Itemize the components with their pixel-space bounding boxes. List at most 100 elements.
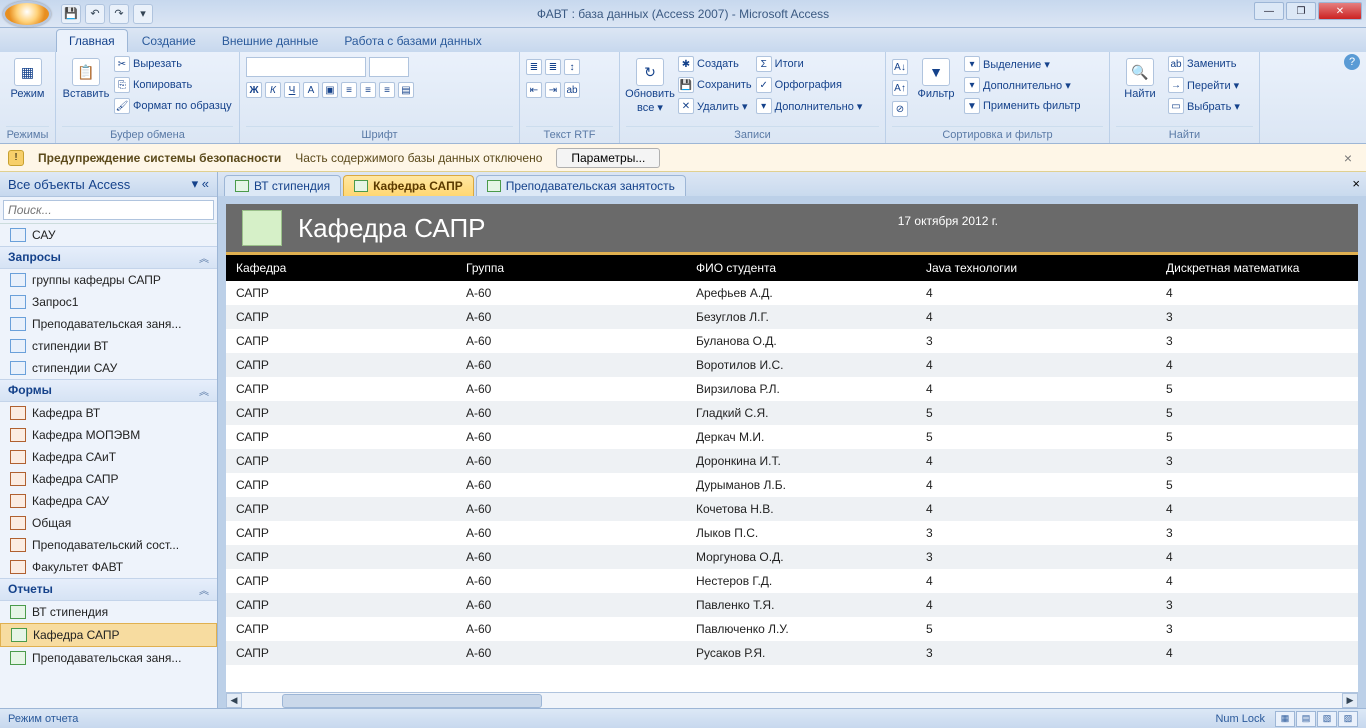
nav-item[interactable]: Кафедра САиТ <box>0 446 217 468</box>
highlight-icon[interactable]: ab <box>564 82 580 98</box>
nav-item[interactable]: Кафедра САПР <box>0 623 217 647</box>
nav-item[interactable]: Общая <box>0 512 217 534</box>
tab-external-data[interactable]: Внешние данные <box>210 30 331 52</box>
table-row[interactable]: САПРА-60Деркач М.И.55 <box>226 425 1358 449</box>
table-row[interactable]: САПРА-60Нестеров Г.Д.44 <box>226 569 1358 593</box>
office-button[interactable] <box>3 1 51 27</box>
table-row[interactable]: САПРА-60Буланова О.Д.33 <box>226 329 1358 353</box>
replace-button[interactable]: abЗаменить <box>1168 54 1240 74</box>
nav-group-reports[interactable]: Отчеты︽ <box>0 578 217 601</box>
align-center-icon[interactable]: ≡ <box>360 82 376 98</box>
nav-item[interactable]: Преподавательский сост... <box>0 534 217 556</box>
italic-icon[interactable]: К <box>265 82 281 98</box>
nav-item[interactable]: Преподавательская заня... <box>0 313 217 335</box>
table-row[interactable]: САПРА-60Гладкий С.Я.55 <box>226 401 1358 425</box>
table-row[interactable]: САПРА-60Арефьев А.Д.44 <box>226 281 1358 305</box>
select-button[interactable]: ▭Выбрать ▾ <box>1168 96 1240 116</box>
new-record-button[interactable]: ✱Создать <box>678 54 752 74</box>
toggle-filter-button[interactable]: ▼Применить фильтр <box>964 96 1081 116</box>
table-row[interactable]: САПРА-60Доронкина И.Т.43 <box>226 449 1358 473</box>
nav-item[interactable]: стипендии ВТ <box>0 335 217 357</box>
list-number-icon[interactable]: ≣ <box>545 59 561 75</box>
horizontal-scrollbar[interactable]: ◀ ▶ <box>226 692 1358 708</box>
font-color-icon[interactable]: A <box>303 82 319 98</box>
table-row[interactable]: САПРА-60Кочетова Н.В.44 <box>226 497 1358 521</box>
nav-search-input[interactable] <box>3 200 214 220</box>
delete-record-button[interactable]: ✕Удалить ▾ <box>678 96 752 116</box>
table-row[interactable]: САПРА-60Павлюченко Л.У.53 <box>226 617 1358 641</box>
advanced-filter-button[interactable]: ▾Дополнительно ▾ <box>964 75 1081 95</box>
refresh-all-button[interactable]: ↻Обновитьвсе ▾ <box>626 54 674 114</box>
document-tab[interactable]: Преподавательская занятость <box>476 175 686 196</box>
view-print-icon[interactable]: ▤ <box>1296 711 1316 727</box>
font-family-selector[interactable] <box>246 57 366 77</box>
qat-customize-icon[interactable]: ▾ <box>133 4 153 24</box>
text-direction-icon[interactable]: ↕ <box>564 59 580 75</box>
table-row[interactable]: САПРА-60Моргунова О.Д.34 <box>226 545 1358 569</box>
nav-item[interactable]: САУ <box>0 224 217 246</box>
nav-header[interactable]: Все объекты Access ▾ « <box>0 172 217 197</box>
spelling-button[interactable]: ✓Орфография <box>756 75 863 95</box>
nav-item[interactable]: Кафедра МОПЭВМ <box>0 424 217 446</box>
tab-home[interactable]: Главная <box>56 29 128 52</box>
maximize-button[interactable]: ❐ <box>1286 2 1316 20</box>
tab-close-button[interactable]: × <box>1352 176 1360 191</box>
indent-inc-icon[interactable]: ⇥ <box>545 82 561 98</box>
table-row[interactable]: САПРА-60Безуглов Л.Г.43 <box>226 305 1358 329</box>
scroll-thumb[interactable] <box>282 694 542 708</box>
cut-button[interactable]: ✂Вырезать <box>114 54 232 74</box>
document-tab[interactable]: Кафедра САПР <box>343 175 474 196</box>
tab-database-tools[interactable]: Работа с базами данных <box>332 30 493 52</box>
save-record-button[interactable]: 💾Сохранить <box>678 75 752 95</box>
scroll-right-icon[interactable]: ▶ <box>1342 693 1358 708</box>
nav-group-queries[interactable]: Запросы︽ <box>0 246 217 269</box>
document-tab[interactable]: ВТ стипендия <box>224 175 341 196</box>
view-design-icon[interactable]: ▨ <box>1338 711 1358 727</box>
selection-filter-button[interactable]: ▾Выделение ▾ <box>964 54 1081 74</box>
sort-desc-icon[interactable]: A↑ <box>892 80 908 96</box>
security-options-button[interactable]: Параметры... <box>556 148 660 168</box>
table-row[interactable]: САПРА-60Воротилов И.С.44 <box>226 353 1358 377</box>
security-close-button[interactable]: × <box>1338 150 1358 166</box>
nav-item[interactable]: Кафедра ВТ <box>0 402 217 424</box>
goto-button[interactable]: →Перейти ▾ <box>1168 75 1240 95</box>
nav-item[interactable]: Факультет ФАВТ <box>0 556 217 578</box>
more-records-button[interactable]: ▾Дополнительно ▾ <box>756 96 863 116</box>
find-button[interactable]: 🔍Найти <box>1116 54 1164 100</box>
filter-button[interactable]: ▼Фильтр <box>912 54 960 100</box>
view-report-icon[interactable]: ▦ <box>1275 711 1295 727</box>
tab-create[interactable]: Создание <box>130 30 208 52</box>
nav-item[interactable]: Запрос1 <box>0 291 217 313</box>
close-button[interactable]: ✕ <box>1318 2 1362 20</box>
totals-button[interactable]: ΣИтоги <box>756 54 863 74</box>
help-icon[interactable]: ? <box>1344 54 1360 70</box>
indent-dec-icon[interactable]: ⇤ <box>526 82 542 98</box>
table-row[interactable]: САПРА-60Вирзилова Р.Л.45 <box>226 377 1358 401</box>
nav-item[interactable]: стипендии САУ <box>0 357 217 379</box>
minimize-button[interactable]: — <box>1254 2 1284 20</box>
copy-button[interactable]: ⎘Копировать <box>114 75 232 95</box>
table-row[interactable]: САПРА-60Дурыманов Л.Б.45 <box>226 473 1358 497</box>
undo-icon[interactable]: ↶ <box>85 4 105 24</box>
redo-icon[interactable]: ↷ <box>109 4 129 24</box>
list-bullet-icon[interactable]: ≣ <box>526 59 542 75</box>
nav-item[interactable]: Кафедра САУ <box>0 490 217 512</box>
font-size-selector[interactable] <box>369 57 409 77</box>
nav-item[interactable]: Кафедра САПР <box>0 468 217 490</box>
table-row[interactable]: САПРА-60Русаков Р.Я.34 <box>226 641 1358 665</box>
align-right-icon[interactable]: ≡ <box>379 82 395 98</box>
gridlines-icon[interactable]: ▤ <box>398 82 414 98</box>
underline-icon[interactable]: Ч <box>284 82 300 98</box>
table-row[interactable]: САПРА-60Лыков П.С.33 <box>226 521 1358 545</box>
save-icon[interactable]: 💾 <box>61 4 81 24</box>
nav-group-forms[interactable]: Формы︽ <box>0 379 217 402</box>
nav-item[interactable]: Преподавательская заня... <box>0 647 217 669</box>
bold-icon[interactable]: Ж <box>246 82 262 98</box>
view-button[interactable]: ▦Режим <box>6 54 49 100</box>
table-row[interactable]: САПРА-60Павленко Т.Я.43 <box>226 593 1358 617</box>
scroll-left-icon[interactable]: ◀ <box>226 693 242 708</box>
clear-sort-icon[interactable]: ⊘ <box>892 101 908 117</box>
format-painter-button[interactable]: 🖌Формат по образцу <box>114 96 232 116</box>
paste-button[interactable]: 📋Вставить <box>62 54 110 100</box>
view-layout-icon[interactable]: ▧ <box>1317 711 1337 727</box>
